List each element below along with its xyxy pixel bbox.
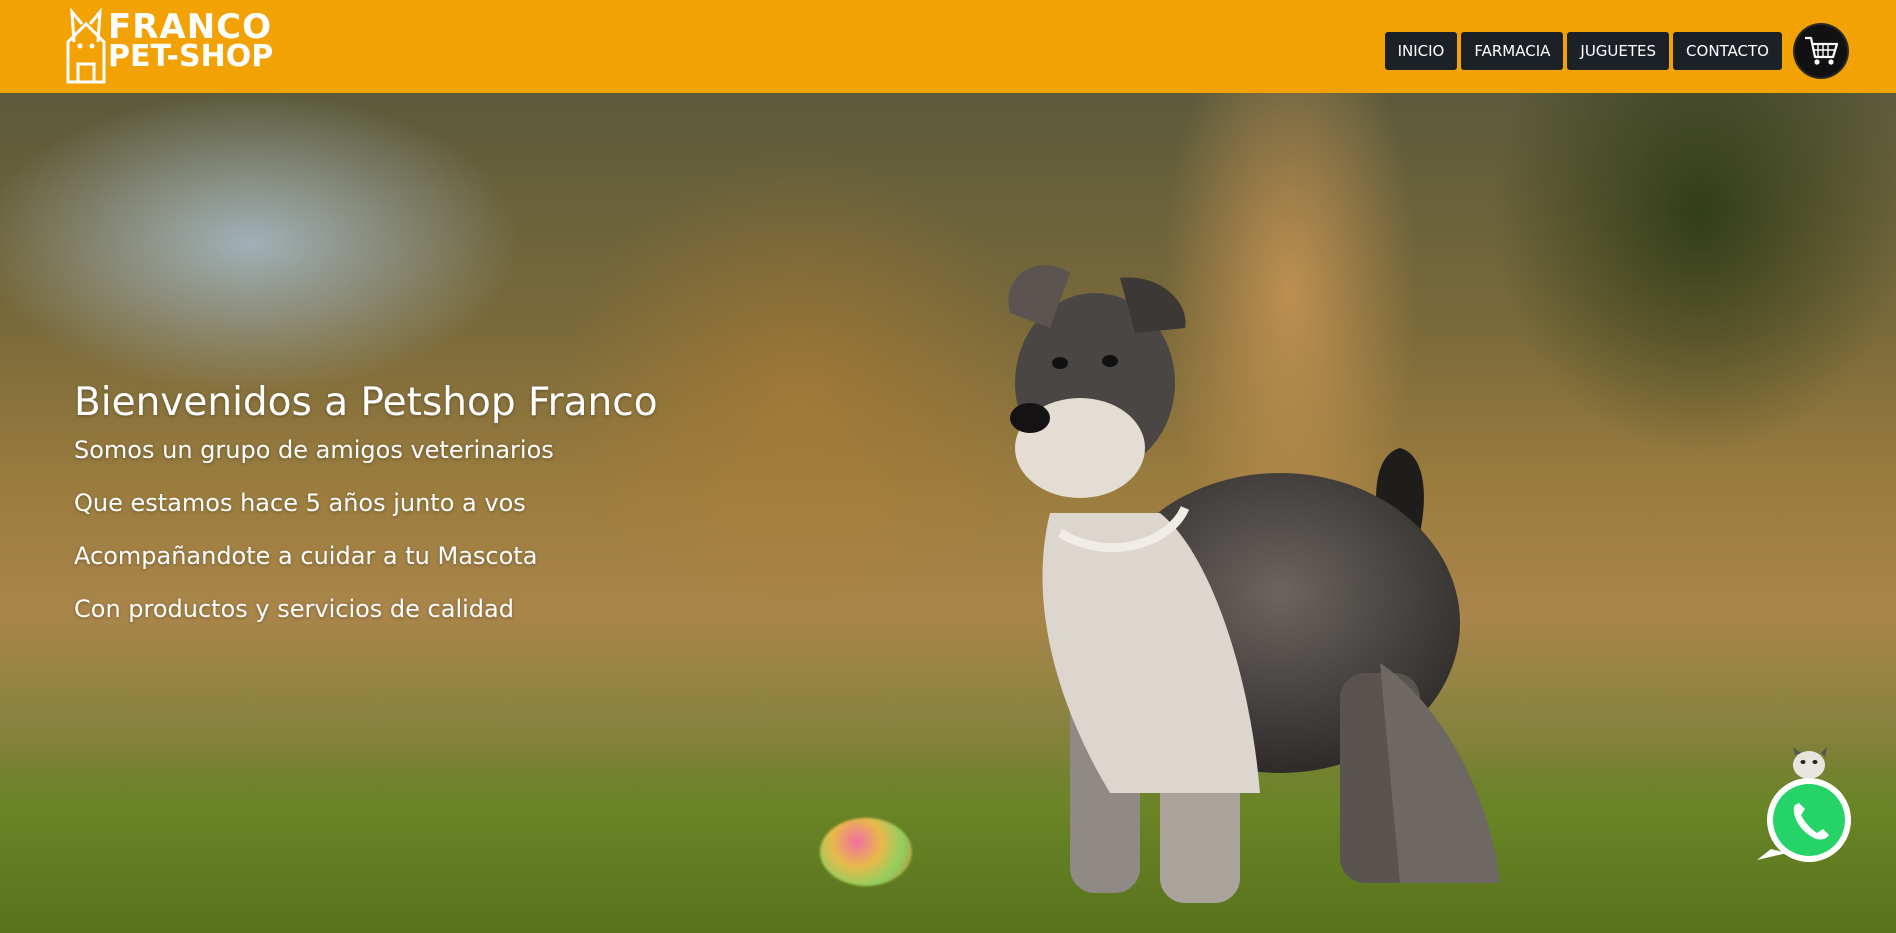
site-logo[interactable]: FRANCO PET-SHOP <box>64 6 304 86</box>
nav-contacto[interactable]: CONTACTO <box>1673 32 1782 70</box>
house-dog-logo-icon <box>66 7 106 84</box>
logo-text-line1: FRANCO <box>108 7 273 47</box>
nav-juguetes[interactable]: JUGUETES <box>1567 32 1670 70</box>
whatsapp-button[interactable] <box>1753 745 1853 865</box>
hero-line-4: Con productos y servicios de calidad <box>74 595 514 623</box>
hero-text-block: Bienvenidos a Petshop Franco Somos un gr… <box>74 380 658 649</box>
nav-farmacia[interactable]: FARMACIA <box>1461 32 1564 70</box>
main-nav: INICIO FARMACIA JUGUETES CONTACTO <box>1384 32 1782 70</box>
hero-section: Bienvenidos a Petshop Franco Somos un gr… <box>0 93 1896 933</box>
hero-line-1: Somos un grupo de amigos veterinarios <box>74 436 554 464</box>
hero-line-2: Que estamos hace 5 años junto a vos <box>74 489 526 517</box>
cart-button[interactable] <box>1795 25 1847 77</box>
shopping-cart-icon <box>1805 36 1839 65</box>
hero-line-3: Acompañandote a cuidar a tu Mascota <box>74 542 538 570</box>
logo-text-line2: PET-SHOP <box>108 39 274 74</box>
site-header: FRANCO PET-SHOP INICIO FARMACIA JUGUETES… <box>0 0 1896 93</box>
hero-title: Bienvenidos a Petshop Franco <box>74 380 658 425</box>
grass-background <box>0 743 1896 933</box>
whatsapp-icon <box>1757 747 1851 862</box>
nav-inicio[interactable]: INICIO <box>1384 32 1458 70</box>
schnauzer-dog-in-grass-photo <box>1008 265 1500 903</box>
toy-ball <box>820 818 912 886</box>
